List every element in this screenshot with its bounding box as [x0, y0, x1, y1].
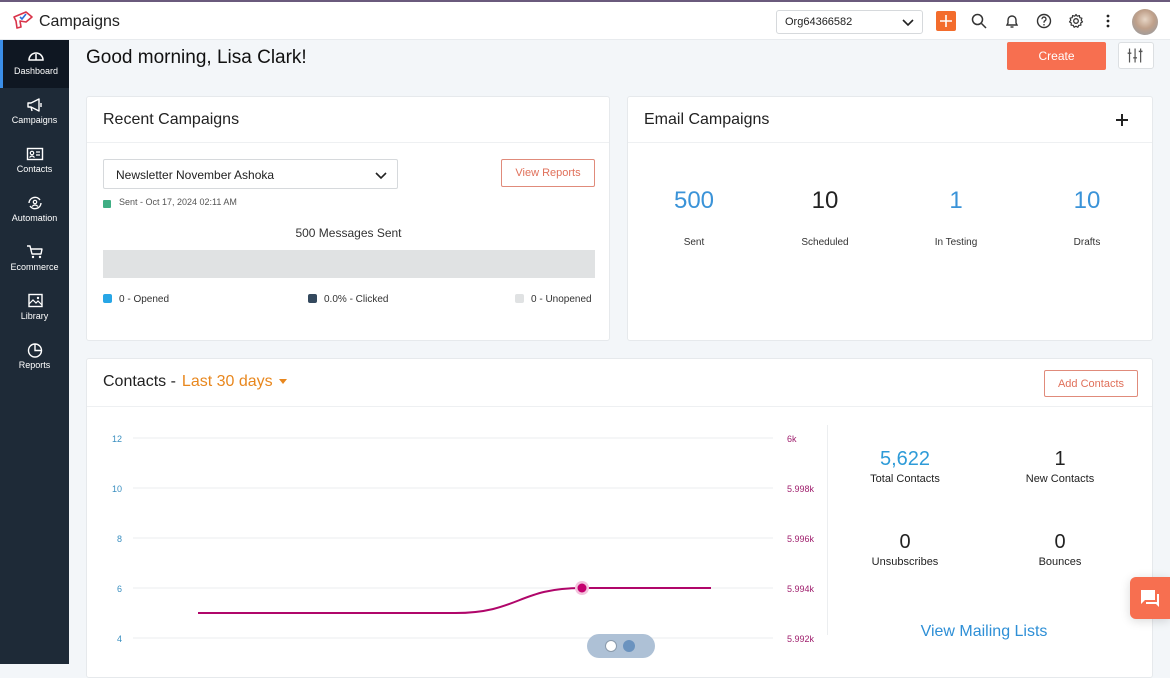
recent-campaigns-card: Recent Campaigns Newsletter November Ash… — [86, 96, 610, 341]
selected-campaign: Newsletter November Ashoka — [116, 168, 275, 182]
legend-unopened: 0 - Unopened — [515, 294, 592, 305]
recent-campaigns-title: Recent Campaigns — [87, 97, 609, 143]
chat-icon — [1141, 590, 1159, 607]
stat-in-testing[interactable]: 1 In Testing — [896, 187, 1016, 248]
app-title: Campaigns — [39, 13, 120, 30]
date-range-dropdown[interactable]: Last 30 days — [182, 373, 273, 390]
chevron-down-icon — [375, 172, 387, 180]
sidebar-item-automation[interactable]: Automation — [0, 187, 69, 235]
legend-swatch — [515, 294, 524, 303]
sidebar-item-ecommerce[interactable]: Ecommerce — [0, 236, 69, 284]
add-campaign-icon[interactable] — [1114, 112, 1130, 128]
sliders-icon — [1127, 48, 1143, 63]
sidebar-item-dashboard[interactable]: Dashboard — [0, 40, 69, 88]
customize-button[interactable] — [1118, 42, 1154, 69]
sidebar-item-reports[interactable]: Reports — [0, 334, 69, 382]
contacts-card: Contacts - Last 30 days Add Contacts 5,62… — [86, 358, 1153, 678]
caret-down-icon[interactable] — [278, 379, 287, 384]
sidebar-item-label: Reports — [18, 360, 51, 370]
gear-icon[interactable] — [1068, 13, 1084, 29]
chart-pagination-toggle[interactable] — [587, 634, 655, 658]
stat-new-contacts[interactable]: 1 New Contacts — [995, 448, 1125, 485]
search-icon[interactable] — [971, 13, 987, 29]
page-dot-1[interactable] — [605, 640, 617, 652]
sidebar-item-contacts[interactable]: Contacts — [0, 138, 69, 186]
sidebar-item-label: Dashboard — [13, 66, 59, 76]
pie-chart-icon — [27, 343, 42, 358]
bell-icon[interactable] — [1004, 13, 1020, 29]
sidebar-item-label: Contacts — [16, 164, 53, 174]
page-dot-2[interactable] — [623, 640, 635, 652]
greeting: Good morning, Lisa Clark! — [86, 47, 307, 68]
status-indicator — [103, 200, 111, 208]
help-icon[interactable] — [1036, 13, 1052, 29]
legend-opened: 0 - Opened — [103, 294, 169, 305]
stat-sent[interactable]: 500 Sent — [634, 187, 754, 248]
avatar[interactable] — [1132, 9, 1158, 35]
sidebar-item-label: Campaigns — [11, 115, 58, 125]
org-selector[interactable]: Org64366582 — [776, 10, 923, 34]
stat-total-contacts[interactable]: 5,622 Total Contacts — [840, 448, 970, 485]
megaphone-icon — [26, 98, 42, 112]
sidebar-item-campaigns[interactable]: Campaigns — [0, 89, 69, 137]
chevron-down-icon — [902, 19, 914, 27]
stat-scheduled[interactable]: 10 Scheduled — [765, 187, 885, 248]
stat-drafts[interactable]: 10 Drafts — [1027, 187, 1147, 248]
image-library-icon — [27, 293, 43, 308]
contact-card-icon — [26, 147, 43, 161]
stat-unsubscribes[interactable]: 0 Unsubscribes — [840, 531, 970, 568]
chat-button[interactable] — [1130, 577, 1170, 619]
sidebar-item-label: Library — [20, 311, 49, 321]
legend-clicked: 0.0% - Clicked — [308, 294, 388, 305]
campaigns-logo-icon — [13, 11, 33, 29]
org-name: Org64366582 — [785, 16, 853, 28]
view-mailing-lists-link[interactable]: View Mailing Lists — [919, 623, 1049, 641]
sidebar: Dashboard Campaigns Contacts Automation … — [0, 40, 69, 664]
create-button[interactable]: Create — [1007, 42, 1106, 70]
email-campaigns-card: Email Campaigns 500 Sent 10 Scheduled 1 In … — [627, 96, 1153, 341]
email-campaigns-title: Email Campaigns — [628, 97, 1152, 143]
sidebar-item-label: Automation — [11, 213, 58, 223]
messages-sent-count: 500 Messages Sent — [295, 226, 402, 240]
campaign-selector[interactable]: Newsletter November Ashoka — [103, 159, 398, 189]
legend-swatch — [103, 294, 112, 303]
sidebar-item-library[interactable]: Library — [0, 285, 69, 333]
quick-add-button[interactable] — [936, 11, 956, 31]
more-vertical-icon[interactable] — [1100, 13, 1116, 29]
sidebar-item-label: Ecommerce — [10, 262, 59, 272]
automation-icon — [27, 196, 42, 210]
campaign-status: Sent - Oct 17, 2024 02:11 AM — [119, 197, 237, 207]
dashboard-icon — [28, 52, 44, 61]
divider — [827, 425, 828, 635]
add-contacts-button[interactable]: Add Contacts — [1044, 370, 1138, 397]
contacts-title: Contacts - Last 30 days — [103, 373, 287, 391]
stat-bounces[interactable]: 0 Bounces — [995, 531, 1125, 568]
messages-progress-bar — [103, 250, 595, 278]
legend-swatch — [308, 294, 317, 303]
plus-icon — [940, 15, 952, 27]
cart-icon — [26, 245, 43, 259]
top-bar: Campaigns Org64366582 — [0, 0, 1170, 40]
view-reports-button[interactable]: View Reports — [501, 159, 595, 187]
